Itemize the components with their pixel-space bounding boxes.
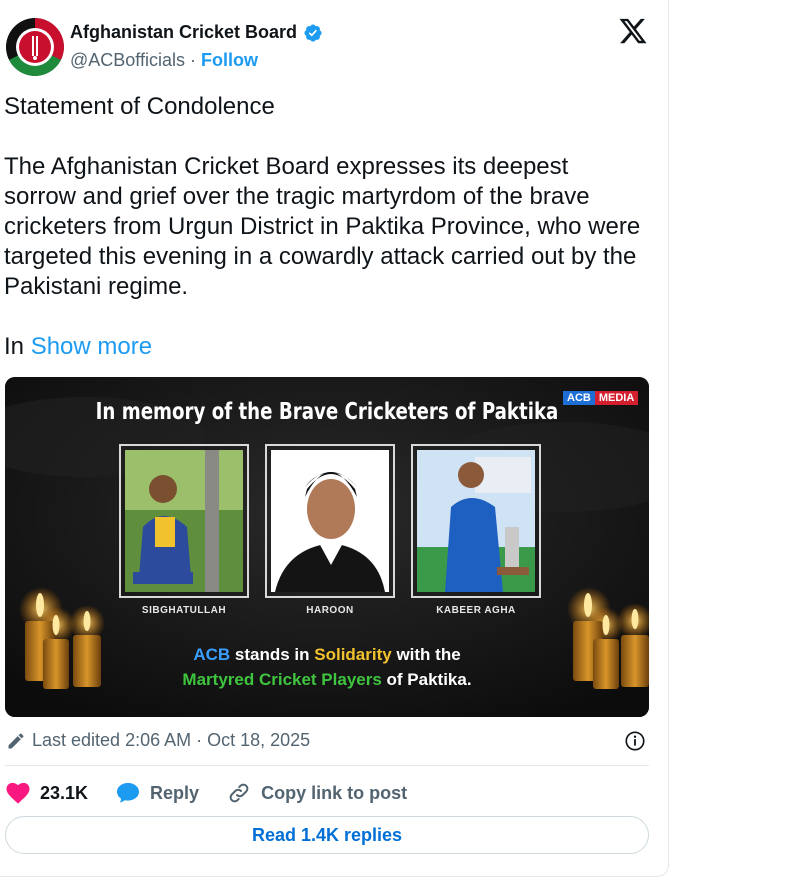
separator: · bbox=[190, 50, 196, 70]
solidarity-text: stands in bbox=[230, 645, 315, 664]
divider bbox=[5, 765, 649, 766]
account-name-row[interactable]: Afghanistan Cricket Board bbox=[70, 22, 323, 43]
verified-badge-icon bbox=[304, 23, 322, 42]
solidarity-line-2: Martyred Cricket Players of Paktika. bbox=[5, 670, 649, 690]
solidarity-players: Martyred Cricket Players bbox=[182, 670, 382, 689]
photo-frame-kabeer-agha bbox=[411, 444, 541, 598]
photo-frame-sibghatullah bbox=[119, 444, 249, 598]
solidarity-acb: ACB bbox=[193, 645, 231, 664]
copy-link-label[interactable]: Copy link to post bbox=[261, 783, 407, 804]
copy-link-button[interactable]: Copy link to post bbox=[227, 781, 407, 805]
player-caption: KABEER AGHA bbox=[436, 605, 516, 616]
handle-row: @ACBofficials · Follow bbox=[70, 50, 258, 71]
follow-button[interactable]: Follow bbox=[201, 50, 258, 70]
link-icon bbox=[229, 783, 249, 803]
pencil-icon bbox=[8, 732, 24, 748]
account-handle[interactable]: @ACBofficials bbox=[70, 50, 185, 70]
solidarity-text: with the bbox=[391, 645, 461, 664]
avatar[interactable] bbox=[6, 18, 64, 76]
solidarity-word: Solidarity bbox=[314, 645, 392, 664]
player-caption: SIBGHATULLAH bbox=[141, 605, 227, 616]
like-count[interactable]: 23.1K bbox=[40, 783, 88, 804]
show-more-link[interactable]: Show more bbox=[31, 333, 152, 360]
post-body: The Afghanistan Cricket Board expresses … bbox=[4, 153, 641, 300]
photo-frame-haroon bbox=[265, 444, 395, 598]
solidarity-text: of Paktika. bbox=[381, 670, 472, 689]
memorial-graphic bbox=[5, 377, 649, 717]
post-text: Statement of Condolence The Afghanistan … bbox=[4, 92, 644, 362]
solidarity-line-1: ACB stands in Solidarity with the bbox=[5, 645, 649, 665]
account-name[interactable]: Afghanistan Cricket Board bbox=[70, 22, 297, 43]
info-icon[interactable] bbox=[624, 730, 646, 752]
x-logo-icon[interactable] bbox=[618, 16, 648, 46]
reply-bubble-icon bbox=[117, 783, 140, 803]
reply-label[interactable]: Reply bbox=[150, 783, 199, 804]
read-replies-button[interactable]: Read 1.4K replies bbox=[5, 816, 649, 854]
memorial-title: In memory of the Brave Cricketers of Pak… bbox=[95, 399, 559, 425]
player-caption: HAROON bbox=[306, 605, 354, 616]
post-image[interactable]: ACB MEDIA In memory of the Brave Cricket… bbox=[5, 377, 649, 717]
edited-timestamp[interactable]: Last edited 2:06 AM · Oct 18, 2025 bbox=[32, 730, 310, 751]
post-lead-text: In bbox=[4, 333, 25, 360]
post-heading: Statement of Condolence bbox=[4, 93, 275, 120]
action-bar: 23.1K Reply Copy link to post bbox=[6, 780, 435, 806]
edit-history-row[interactable]: Last edited 2:06 AM · Oct 18, 2025 bbox=[6, 730, 310, 751]
reply-button[interactable]: Reply bbox=[116, 782, 199, 804]
post-more-line: In Show more bbox=[4, 332, 644, 362]
embedded-post-card: Afghanistan Cricket Board @ACBofficials … bbox=[0, 0, 669, 877]
like-button[interactable]: 23.1K bbox=[6, 782, 88, 804]
heart-icon bbox=[6, 782, 30, 804]
